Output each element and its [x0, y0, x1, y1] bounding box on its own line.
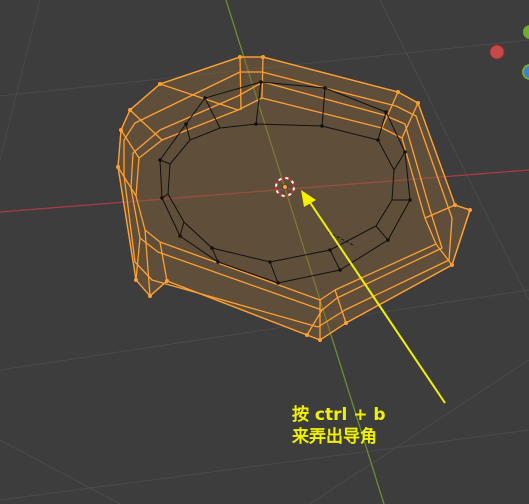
annotation-text: 按 ctrl + b 来弄出导角: [292, 404, 386, 448]
gizmo-x-axis-icon[interactable]: [489, 44, 505, 60]
viewport-scene[interactable]: [0, 0, 529, 504]
gizmo-y-axis-icon[interactable]: [523, 25, 529, 39]
object-origin-icon: [282, 184, 288, 190]
3d-viewport[interactable]: 按 ctrl + b 来弄出导角: [0, 0, 529, 504]
navigation-gizmo[interactable]: [489, 25, 529, 80]
annotation-line-2: 来弄出导角: [292, 427, 377, 447]
annotation-line-1: 按 ctrl + b: [292, 405, 386, 425]
gizmo-z-axis-icon[interactable]: [522, 64, 529, 80]
